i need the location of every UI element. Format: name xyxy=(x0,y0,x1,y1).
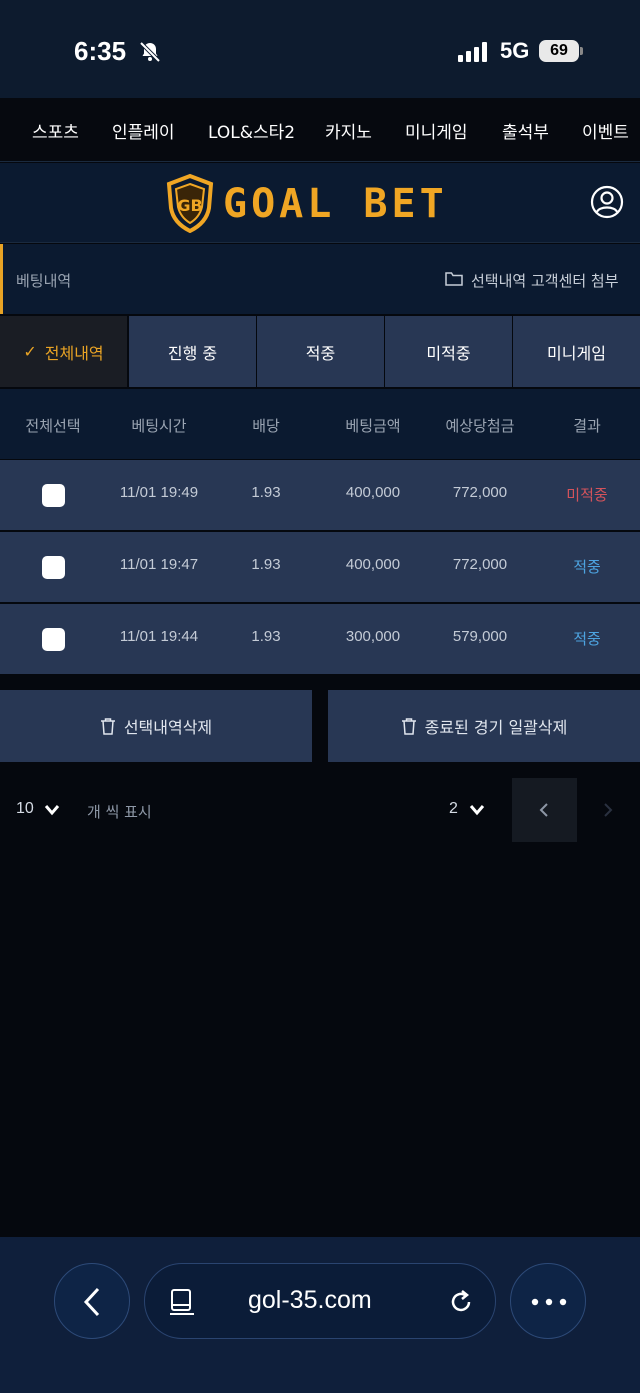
site-logo[interactable]: GB GOAL BET xyxy=(165,173,485,233)
page-menu-icon[interactable] xyxy=(169,1288,195,1316)
nav-item-sports[interactable]: 스포츠 xyxy=(32,118,79,143)
browser-back-button[interactable] xyxy=(54,1263,130,1339)
chevron-left-icon xyxy=(539,803,548,817)
tab-all[interactable]: ✓ 전체내역 xyxy=(0,316,127,387)
next-page-button[interactable] xyxy=(580,778,640,842)
cell-odds: 1.93 xyxy=(251,628,281,645)
chevron-left-icon xyxy=(83,1287,100,1317)
table-row: 11/01 19:47 1.93 400,000 772,000 적중 xyxy=(0,532,640,602)
prev-page-button[interactable] xyxy=(512,778,577,842)
th-select-all[interactable]: 전체선택 xyxy=(0,415,106,436)
delete-selected-label: 선택내역삭제 xyxy=(123,718,213,737)
chevron-right-icon xyxy=(604,803,613,817)
tab-label: 진행 중 xyxy=(167,343,218,363)
cell-expected: 772,000 xyxy=(452,556,508,573)
history-tabs: ✓ 전체내역 진행 중 적중 미적중 미니게임 xyxy=(0,316,640,387)
cell-expected: 772,000 xyxy=(452,484,508,501)
table-row: 11/01 19:49 1.93 400,000 772,000 미적중 xyxy=(0,460,640,530)
cell-time: 11/01 19:44 xyxy=(119,628,199,645)
network-label: 5G xyxy=(500,38,530,63)
trash-icon xyxy=(100,718,115,735)
cell-odds: 1.93 xyxy=(251,484,281,501)
row-checkbox[interactable] xyxy=(42,484,65,507)
chevron-down-icon[interactable] xyxy=(469,804,485,816)
tab-label: 미적중 xyxy=(426,343,471,363)
delete-finished-button[interactable]: 종료된 경기 일괄삭제 xyxy=(328,690,640,762)
per-page-label: 개 씩 표시 xyxy=(87,803,152,821)
battery-icon: 69 xyxy=(539,40,579,62)
check-icon: ✓ xyxy=(23,342,37,361)
tab-in-progress[interactable]: 진행 중 xyxy=(129,316,256,387)
site-header: GB GOAL BET xyxy=(0,163,640,243)
tab-win[interactable]: 적중 xyxy=(257,316,384,387)
table-row: 11/01 19:44 1.93 300,000 579,000 적중 xyxy=(0,604,640,674)
th-expected: 예상당첨금 xyxy=(445,417,515,435)
cell-result: 적중 xyxy=(573,559,601,576)
cell-time: 11/01 19:47 xyxy=(119,556,199,573)
cell-result: 적중 xyxy=(573,631,601,648)
reload-icon[interactable] xyxy=(447,1288,475,1316)
breadcrumb-accent xyxy=(0,244,3,314)
cell-result: 미적중 xyxy=(566,487,608,504)
tab-minigame[interactable]: 미니게임 xyxy=(513,316,640,387)
more-dots-icon xyxy=(531,1298,567,1306)
url-text[interactable]: gol-35.com xyxy=(248,1286,372,1315)
row-checkbox[interactable] xyxy=(42,556,65,579)
cell-amount: 400,000 xyxy=(345,556,401,573)
nav-item-lol-starcraft[interactable]: LOL&스타2 xyxy=(208,118,295,143)
cell-time: 11/01 19:49 xyxy=(119,484,199,501)
battery-tip xyxy=(580,47,583,55)
breadcrumb-links[interactable]: 선택내역 고객센터 첨부 xyxy=(471,270,619,291)
tab-lose[interactable]: 미적중 xyxy=(385,316,512,387)
nav-item-inplay[interactable]: 인플레이 xyxy=(112,118,175,143)
chevron-down-icon[interactable] xyxy=(44,804,60,816)
nav-item-casino[interactable]: 카지노 xyxy=(325,118,372,143)
cell-amount: 300,000 xyxy=(345,628,401,645)
page-title: 베팅내역 xyxy=(16,272,72,290)
cell-odds: 1.93 xyxy=(251,556,281,573)
bell-muted-icon xyxy=(139,41,161,63)
th-amount: 베팅금액 xyxy=(345,417,401,435)
signal-icon xyxy=(458,42,487,62)
delete-finished-label: 종료된 경기 일괄삭제 xyxy=(424,718,568,737)
nav-item-minigame[interactable]: 미니게임 xyxy=(405,118,468,143)
shield-logo-icon: GB xyxy=(166,173,214,233)
user-account-icon[interactable] xyxy=(590,185,624,219)
cell-expected: 579,000 xyxy=(452,628,508,645)
nav-item-event[interactable]: 이벤트 xyxy=(582,118,629,143)
nav-item-attendance[interactable]: 출석부 xyxy=(502,118,549,143)
page-select[interactable]: 2 xyxy=(449,800,458,818)
row-checkbox[interactable] xyxy=(42,628,65,651)
th-odds: 배당 xyxy=(252,417,280,435)
tab-label: 미니게임 xyxy=(547,343,606,363)
status-time: 6:35 xyxy=(74,36,127,66)
th-bet-time: 베팅시간 xyxy=(131,417,187,435)
logo-text: GOAL BET xyxy=(223,181,448,227)
table-header: 전체선택 베팅시간 배당 베팅금액 예상당첨금 결과 xyxy=(0,389,640,459)
trash-icon xyxy=(401,718,416,735)
breadcrumb: 베팅내역 선택내역 고객센터 첨부 xyxy=(0,244,640,314)
folder-icon xyxy=(445,272,463,286)
delete-selected-button[interactable]: 선택내역삭제 xyxy=(0,690,312,762)
top-nav: 스포츠 인플레이 LOL&스타2 카지노 미니게임 출석부 이벤트 xyxy=(0,98,640,162)
tab-label: 전체내역 xyxy=(44,343,104,363)
tab-label: 적중 xyxy=(305,343,336,363)
th-result: 결과 xyxy=(573,417,601,435)
logo-mark: GB xyxy=(177,196,202,215)
cell-amount: 400,000 xyxy=(345,484,401,501)
status-bar: 6:35 5G 69 xyxy=(0,0,640,98)
browser-more-button[interactable] xyxy=(510,1263,586,1339)
per-page-select[interactable]: 10 xyxy=(16,800,34,818)
